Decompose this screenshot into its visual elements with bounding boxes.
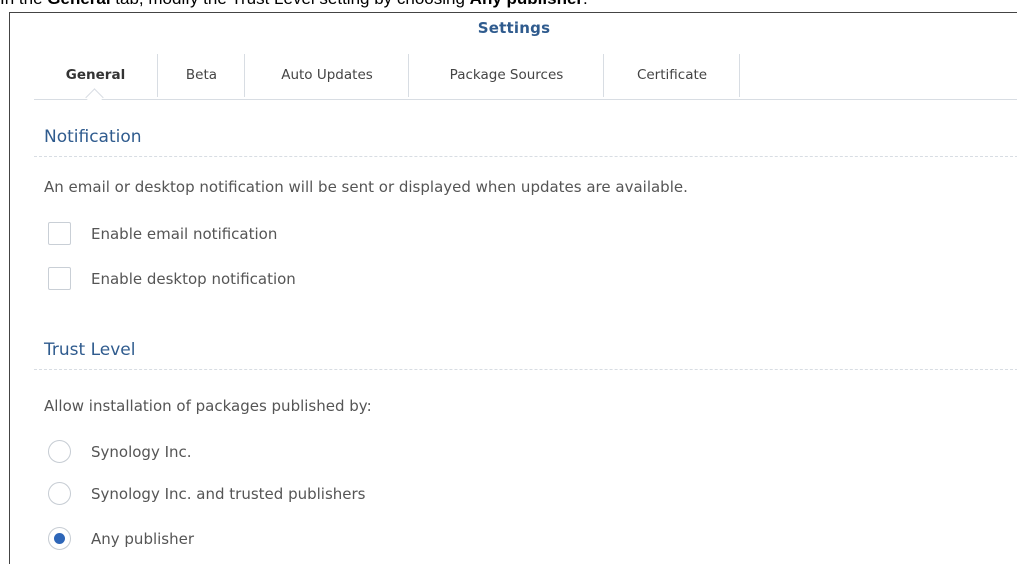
tab-beta[interactable]: Beta bbox=[157, 54, 245, 97]
trust-any-publisher-radio[interactable] bbox=[48, 527, 71, 550]
trust-any-publisher-label: Any publisher bbox=[91, 530, 195, 548]
trust-level-section-title: Trust Level bbox=[44, 340, 136, 360]
desktop-notification-checkbox[interactable] bbox=[48, 267, 71, 290]
instruction-middle: tab, modify the Trust Level setting by c… bbox=[111, 0, 470, 8]
desktop-notification-label: Enable desktop notification bbox=[91, 270, 296, 288]
instruction-text: In the General tab, modify the Trust Lev… bbox=[0, 0, 1017, 10]
notification-section-title: Notification bbox=[44, 127, 142, 147]
trust-level-description: Allow installation of packages published… bbox=[44, 397, 372, 415]
settings-window: Settings General Beta Auto Updates Packa… bbox=[9, 12, 1017, 564]
notification-description: An email or desktop notification will be… bbox=[44, 178, 688, 196]
trust-synology-trusted-radio[interactable] bbox=[48, 482, 71, 505]
trust-synology-trusted-label: Synology Inc. and trusted publishers bbox=[91, 485, 366, 503]
trust-synology-label: Synology Inc. bbox=[91, 443, 192, 461]
trust-level-divider bbox=[34, 369, 1017, 370]
tab-package-sources[interactable]: Package Sources bbox=[408, 54, 604, 97]
tab-certificate[interactable]: Certificate bbox=[603, 54, 740, 97]
tab-bar: General Beta Auto Updates Package Source… bbox=[34, 54, 1017, 107]
instruction-prefix: In the bbox=[0, 0, 47, 8]
window-title: Settings bbox=[477, 19, 551, 37]
email-notification-label: Enable email notification bbox=[91, 225, 278, 243]
instruction-suffix: . bbox=[583, 0, 588, 8]
instruction-option-name: Any publisher bbox=[470, 0, 583, 8]
tab-auto-updates[interactable]: Auto Updates bbox=[244, 54, 409, 97]
tab-separator-end bbox=[739, 54, 740, 97]
email-notification-checkbox[interactable] bbox=[48, 222, 71, 245]
notification-divider bbox=[34, 156, 1017, 157]
trust-synology-radio[interactable] bbox=[48, 440, 71, 463]
instruction-tab-name: General bbox=[47, 0, 110, 8]
